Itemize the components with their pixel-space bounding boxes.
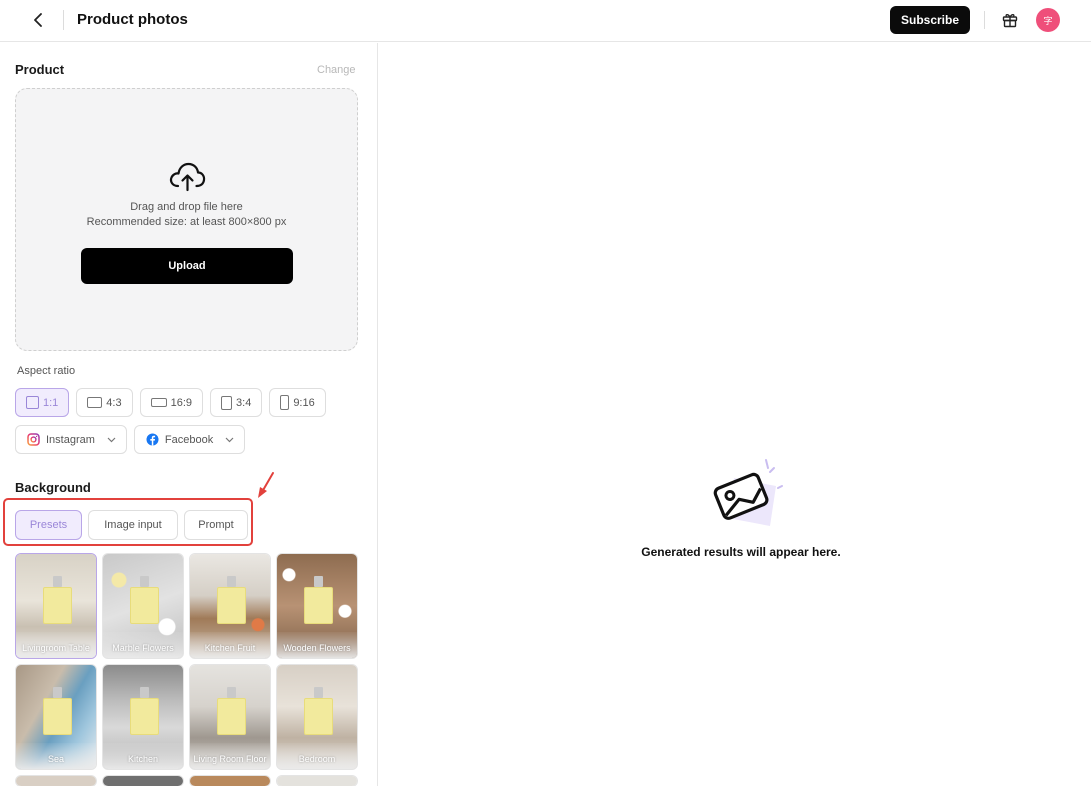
facebook-preset-dropdown[interactable]: Facebook [133,425,246,454]
product-section-title: Product [15,62,65,77]
upload-button[interactable]: Upload [81,248,293,284]
empty-results-text: Generated results will appear here. [641,545,841,559]
annotation-arrow-icon [258,472,274,498]
upload-dropzone[interactable]: Drag and drop file here Recommended size… [15,88,358,351]
chevron-left-icon [34,13,42,27]
chevron-down-icon [107,437,116,442]
facebook-icon [146,433,159,446]
preset-kitchen-fruit[interactable]: Kitchen Fruit [189,553,271,659]
portrait-ratio-icon [221,395,233,410]
preset-bedroom[interactable]: Bedroom [276,664,358,770]
preset-kitchen[interactable]: Kitchen [102,664,184,770]
preset-livingroom-table[interactable]: Livingroom Table [15,553,97,659]
preset-label: Living Room Floor [190,743,270,769]
background-section-title: Background [15,480,91,495]
preset-grid: Livingroom Table Marble Flowers Kitchen … [15,553,358,786]
chevron-down-icon [225,437,234,442]
preset-label: Bedroom [277,743,357,769]
back-button[interactable] [28,9,50,31]
preset-wooden-flowers[interactable]: Wooden Flowers [276,553,358,659]
preset-label: Livingroom Table [16,632,96,658]
empty-image-icon [713,459,783,526]
preset-card-partial[interactable] [102,775,184,786]
social-presets: Instagram Facebook [15,425,246,454]
preset-card-partial[interactable] [276,775,358,786]
subscribe-button[interactable]: Subscribe [890,6,970,34]
header-divider-right [984,11,985,29]
avatar[interactable]: 字 [1036,8,1060,32]
cloud-upload-icon [169,162,206,192]
ratio-label: 1:1 [43,396,59,409]
instagram-preset-dropdown[interactable]: Instagram [15,425,127,454]
page-title: Product photos [77,11,188,28]
tab-prompt[interactable]: Prompt [184,510,248,540]
ratio-label: 4:3 [106,396,122,409]
gift-button[interactable] [999,9,1021,31]
preset-sea[interactable]: Sea [15,664,97,770]
preset-marble-flowers[interactable]: Marble Flowers [102,553,184,659]
header-divider [63,10,64,30]
drop-hint: Drag and drop file here [130,201,243,213]
settings-panel: Product Change Drag and drop file here R… [0,43,378,786]
change-product-link[interactable]: Change [317,64,356,76]
wide-ratio-icon [150,398,167,407]
gift-icon [1002,14,1018,28]
facebook-label: Facebook [164,433,214,446]
background-tabs: Presets Image input Prompt [15,510,248,540]
preset-label: Sea [16,743,96,769]
ratio-3-4-button[interactable]: 3:4 [210,388,263,417]
aspect-ratio-options: 1:1 4:3 16:9 3:4 9:16 [15,388,326,417]
tab-presets[interactable]: Presets [15,510,82,540]
ratio-label: 3:4 [236,396,252,409]
preset-card-partial[interactable] [15,775,97,786]
tab-image-input[interactable]: Image input [88,510,178,540]
preset-living-room-floor[interactable]: Living Room Floor [189,664,271,770]
top-bar: Product photos Subscribe 字 [0,0,1091,42]
avatar-initial: 字 [1043,15,1053,26]
ratio-4-3-button[interactable]: 4:3 [76,388,133,417]
landscape-ratio-icon [87,397,103,408]
preset-label: Kitchen Fruit [190,632,270,658]
ratio-label: 9:16 [293,396,315,409]
instagram-label: Instagram [46,433,95,446]
preset-card-partial[interactable] [189,775,271,786]
ratio-1-1-button[interactable]: 1:1 [15,388,70,417]
tall-ratio-icon [280,395,290,410]
preset-label: Marble Flowers [103,632,183,658]
square-ratio-icon [26,396,39,409]
preset-label: Kitchen [103,743,183,769]
aspect-ratio-label: Aspect ratio [17,365,76,377]
ratio-16-9-button[interactable]: 16:9 [139,388,204,417]
ratio-9-16-button[interactable]: 9:16 [269,388,326,417]
preset-label: Wooden Flowers [277,632,357,658]
size-hint: Recommended size: at least 800×800 px [86,216,287,228]
results-panel: Generated results will appear here. [379,43,1091,786]
instagram-icon [27,433,40,446]
ratio-label: 16:9 [170,396,193,409]
